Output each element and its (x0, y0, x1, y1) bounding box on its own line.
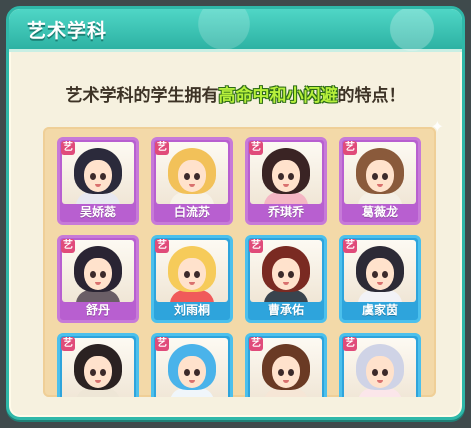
art-subject-panel: 艺术学科 艺术学科的学生拥有高命中和小闪避的特点！ ✦ 艺吴娇蕊艺白流苏艺乔琪乔… (6, 6, 465, 420)
student-card[interactable]: 艺 (339, 333, 421, 397)
portrait-eye (278, 173, 284, 180)
student-card[interactable]: 艺刘雨桐 (151, 235, 233, 323)
header-decoration (352, 9, 462, 69)
student-card[interactable]: 艺吴娇蕊 (57, 137, 139, 225)
portrait-eye (184, 173, 190, 180)
art-subject-badge-icon: 艺 (155, 239, 169, 253)
portrait-eye (278, 369, 284, 376)
panel-header: 艺术学科 (9, 9, 462, 69)
student-card[interactable]: 艺葛薇龙 (339, 137, 421, 225)
art-subject-badge-icon: 艺 (249, 141, 263, 155)
portrait-eye (382, 271, 388, 278)
portrait-eye (278, 271, 284, 278)
art-subject-badge-icon: 艺 (61, 141, 75, 155)
student-name: 虞家茵 (361, 303, 398, 317)
portrait-eye (372, 271, 378, 278)
art-subject-badge-icon: 艺 (155, 337, 169, 351)
portrait-eye (288, 271, 294, 278)
portrait-face (272, 258, 300, 290)
art-subject-badge-icon: 艺 (61, 239, 75, 253)
portrait-eye (184, 369, 190, 376)
portrait-face (178, 160, 206, 192)
description-highlight: 高命中和小闪避 (218, 86, 338, 106)
portrait-face (178, 258, 206, 290)
portrait-face (366, 160, 394, 192)
portrait-face (178, 356, 206, 388)
student-name: 刘雨桐 (173, 303, 210, 317)
portrait-face (366, 258, 394, 290)
portrait-eye (100, 173, 106, 180)
student-name: 乔琪乔 (267, 205, 304, 219)
portrait-eye (194, 271, 200, 278)
portrait-eye (100, 271, 106, 278)
header-decoration (179, 9, 269, 69)
portrait-eye (288, 173, 294, 180)
art-subject-badge-icon: 艺 (343, 239, 357, 253)
description-text-end: 的特点！ (337, 86, 406, 106)
student-card[interactable]: 艺 (245, 333, 327, 397)
student-card[interactable]: 艺 (151, 333, 233, 397)
portrait-eye (382, 173, 388, 180)
student-card[interactable]: 艺舒丹 (57, 235, 139, 323)
portrait-eye (184, 271, 190, 278)
portrait-eye (194, 369, 200, 376)
panel-title: 艺术学科 (27, 20, 108, 42)
portrait-face (272, 356, 300, 388)
art-subject-badge-icon: 艺 (343, 141, 357, 155)
portrait-face (84, 258, 112, 290)
student-card[interactable]: 艺白流苏 (151, 137, 233, 225)
portrait-face (84, 356, 112, 388)
student-name: 吴娇蕊 (79, 205, 116, 219)
portrait-eye (100, 369, 106, 376)
portrait-eye (288, 369, 294, 376)
portrait-face (84, 160, 112, 192)
portrait-face (272, 160, 300, 192)
portrait-face (366, 356, 394, 388)
portrait-eye (372, 173, 378, 180)
portrait-eye (382, 369, 388, 376)
student-card[interactable]: 艺 (57, 333, 139, 397)
student-card[interactable]: 艺虞家茵 (339, 235, 421, 323)
portrait-eye (90, 173, 96, 180)
description-text: 艺术学科的学生拥有 (65, 86, 219, 106)
art-subject-badge-icon: 艺 (155, 141, 169, 155)
art-subject-badge-icon: 艺 (249, 239, 263, 253)
art-subject-badge-icon: 艺 (61, 337, 75, 351)
portrait-eye (372, 369, 378, 376)
student-card[interactable]: 艺曹承佑 (245, 235, 327, 323)
student-name: 白流苏 (173, 205, 210, 219)
student-grid-container: 艺吴娇蕊艺白流苏艺乔琪乔艺葛薇龙艺舒丹艺刘雨桐艺曹承佑艺虞家茵艺艺艺艺 (43, 127, 436, 397)
art-subject-badge-icon: 艺 (343, 337, 357, 351)
student-name: 舒丹 (85, 303, 110, 317)
student-grid: 艺吴娇蕊艺白流苏艺乔琪乔艺葛薇龙艺舒丹艺刘雨桐艺曹承佑艺虞家茵艺艺艺艺 (57, 137, 423, 397)
subject-description: 艺术学科的学生拥有高命中和小闪避的特点！ (9, 81, 462, 106)
art-subject-badge-icon: 艺 (249, 337, 263, 351)
portrait-eye (90, 271, 96, 278)
student-name: 葛薇龙 (361, 205, 398, 219)
student-name: 曹承佑 (267, 303, 304, 317)
portrait-eye (90, 369, 96, 376)
student-card[interactable]: 艺乔琪乔 (245, 137, 327, 225)
portrait-eye (194, 173, 200, 180)
